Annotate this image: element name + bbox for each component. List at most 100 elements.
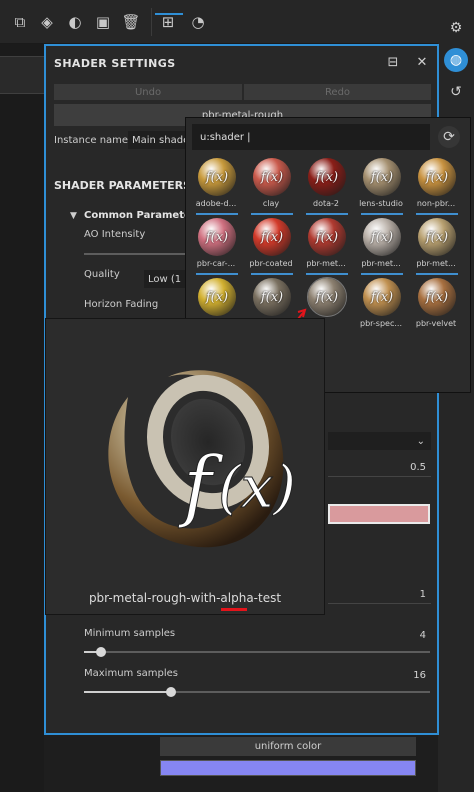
minimum-samples-knob[interactable] xyxy=(96,647,107,657)
fx-glyph: f(x) xyxy=(370,289,394,305)
refresh-icon[interactable]: ⟳ xyxy=(438,126,460,148)
shader-thumbnail-label: non-pbr... xyxy=(416,199,456,208)
shader-thumbnail[interactable]: f(x) pbr-met... xyxy=(300,216,352,278)
thumbnail-progress-bar xyxy=(196,273,238,275)
delete-icon[interactable]: 🗑 xyxy=(121,12,141,32)
fx-glyph: f(x) xyxy=(425,289,449,305)
material-sphere-icon: f(x) xyxy=(418,218,456,256)
material-sphere-icon: f(x) xyxy=(198,278,236,316)
dock-icon[interactable]: ⊟ xyxy=(385,54,401,70)
maximum-samples-label: Maximum samples xyxy=(84,668,179,679)
shader-parameters-title: SHADER PARAMETERS xyxy=(54,179,192,192)
horizon-fading-label: Horizon Fading xyxy=(84,299,159,310)
thumbnail-progress-bar xyxy=(306,273,348,275)
shader-thumbnail-label: pbr-coated xyxy=(249,259,293,268)
shader-thumbnail-label: pbr-velvet xyxy=(415,319,457,328)
material-sphere-icon: f(x) xyxy=(308,158,346,196)
fx-glyph: f(x) xyxy=(315,229,339,245)
mode-dropdown[interactable]: ⌄ xyxy=(328,432,431,450)
shader-thumbnail[interactable]: f(x) pbr-car-... xyxy=(190,216,242,278)
material-ball-icon[interactable]: ◔ xyxy=(188,12,208,32)
toolbar-separator xyxy=(151,8,152,36)
fx-glyph: f(x) xyxy=(425,169,449,185)
redo-button[interactable]: Redo xyxy=(244,84,431,100)
window-title: SHADER SETTINGS xyxy=(54,57,176,70)
shader-thumbnail-label: pbr-met... xyxy=(361,259,401,268)
undo-button[interactable]: Undo xyxy=(54,84,242,100)
thumbnail-progress-bar xyxy=(361,273,403,275)
left-panel xyxy=(0,44,44,792)
value-0-5-line xyxy=(328,476,431,477)
material-sphere-icon: f(x) xyxy=(418,158,456,196)
quality-dropdown[interactable]: Low (1 6 xyxy=(144,270,190,288)
fx-glyph: f(x) xyxy=(205,289,229,305)
settings-icon[interactable]: ⚙ xyxy=(444,16,468,40)
shader-thumbnail[interactable]: f(x) pbr-spec... xyxy=(355,276,407,338)
shader-preview-tooltip: f (x) pbr-metal-rough-with-alpha-test xyxy=(45,318,325,615)
instance-name-input[interactable]: Main shader xyxy=(128,131,188,149)
add-fill-icon[interactable]: ◈ xyxy=(37,12,57,32)
thumbnail-progress-bar xyxy=(416,213,458,215)
shader-globe-icon[interactable]: ◍ xyxy=(444,48,468,72)
value-1-line xyxy=(328,603,431,604)
shader-settings-icon[interactable]: ⊞ xyxy=(158,12,178,32)
uniform-color-label: uniform color xyxy=(160,737,416,756)
close-icon[interactable]: ✕ xyxy=(414,54,430,70)
shader-thumbnail-label: pbr-met... xyxy=(416,259,456,268)
tint-color-swatch[interactable] xyxy=(328,504,430,524)
common-parameters-header[interactable]: Common Paramete xyxy=(84,210,191,221)
shader-thumbnail[interactable]: f(x) adobe-d... xyxy=(190,156,242,218)
shader-search-input[interactable]: u:shader | xyxy=(192,124,430,150)
collapse-arrow-icon[interactable]: ▼ xyxy=(70,211,77,221)
shader-thumbnail[interactable]: f(x) pbr-met... xyxy=(410,216,462,278)
top-toolbar: ⧉ ◈ ◐ ▣ 🗑 ⊞ ◔ xyxy=(0,0,474,44)
svg-text:(x): (x) xyxy=(218,453,296,521)
fx-glyph: f(x) xyxy=(315,289,339,305)
minimum-samples-value: 4 xyxy=(419,630,426,641)
quality-label: Quality xyxy=(84,269,120,280)
fx-glyph: f(x) xyxy=(315,169,339,185)
material-sphere-icon: f(x) xyxy=(198,158,236,196)
add-mask-icon[interactable]: ◐ xyxy=(65,12,85,32)
shader-thumbnail-label: dota-2 xyxy=(313,199,339,208)
maximum-samples-knob[interactable] xyxy=(165,687,176,697)
minimum-samples-slider[interactable] xyxy=(84,651,430,653)
shader-thumbnail-label: pbr-spec... xyxy=(359,319,402,328)
red-underline-annotation xyxy=(221,608,247,611)
material-sphere-icon: f(x) xyxy=(307,277,347,317)
shader-thumbnail[interactable]: f(x) pbr-met... xyxy=(355,216,407,278)
shader-thumbnail[interactable]: f(x) pbr-coated xyxy=(245,216,297,278)
ao-intensity-slider[interactable] xyxy=(84,253,194,255)
material-sphere-icon: f(x) xyxy=(308,218,346,256)
shader-thumbnail[interactable]: f(x) clay xyxy=(245,156,297,218)
fx-glyph: f(x) xyxy=(370,169,394,185)
thumbnail-progress-bar xyxy=(416,273,458,275)
material-sphere-icon: f(x) xyxy=(198,218,236,256)
uniform-color-swatch[interactable] xyxy=(160,760,416,776)
fx-glyph: f(x) xyxy=(260,169,284,185)
thumbnail-progress-bar xyxy=(306,213,348,215)
fx-glyph: f(x) xyxy=(205,169,229,185)
shader-thumbnail[interactable]: f(x) non-pbr... xyxy=(410,156,462,218)
material-sphere-icon: f(x) xyxy=(253,218,291,256)
left-panel-strip xyxy=(0,56,44,94)
shader-thumbnail-label: lens-studio xyxy=(359,199,403,208)
shader-thumbnail[interactable]: f(x) dota-2 xyxy=(300,156,352,218)
history-icon[interactable]: ↺ xyxy=(444,80,468,104)
material-sphere-icon: f(x) xyxy=(363,158,401,196)
material-sphere-icon: f(x) xyxy=(363,278,401,316)
add-folder-icon[interactable]: ▣ xyxy=(93,12,113,32)
fx-glyph: f(x) xyxy=(370,229,394,245)
add-layer-icon[interactable]: ⧉ xyxy=(10,12,30,32)
shader-preview-sphere: f (x) xyxy=(108,370,296,548)
shader-thumbnail[interactable]: f(x) pbr-velvet xyxy=(410,276,462,338)
material-sphere-icon: f(x) xyxy=(363,218,401,256)
maximum-samples-value: 16 xyxy=(413,670,426,681)
thumbnail-progress-bar xyxy=(361,213,403,215)
value-1: 1 xyxy=(419,589,426,600)
fx-glyph: f(x) xyxy=(260,229,284,245)
max-track-fill xyxy=(84,691,171,693)
shader-thumbnail-label: adobe-d... xyxy=(195,199,237,208)
shader-thumbnail[interactable]: f(x) lens-studio xyxy=(355,156,407,218)
material-sphere-icon: f(x) xyxy=(418,278,456,316)
